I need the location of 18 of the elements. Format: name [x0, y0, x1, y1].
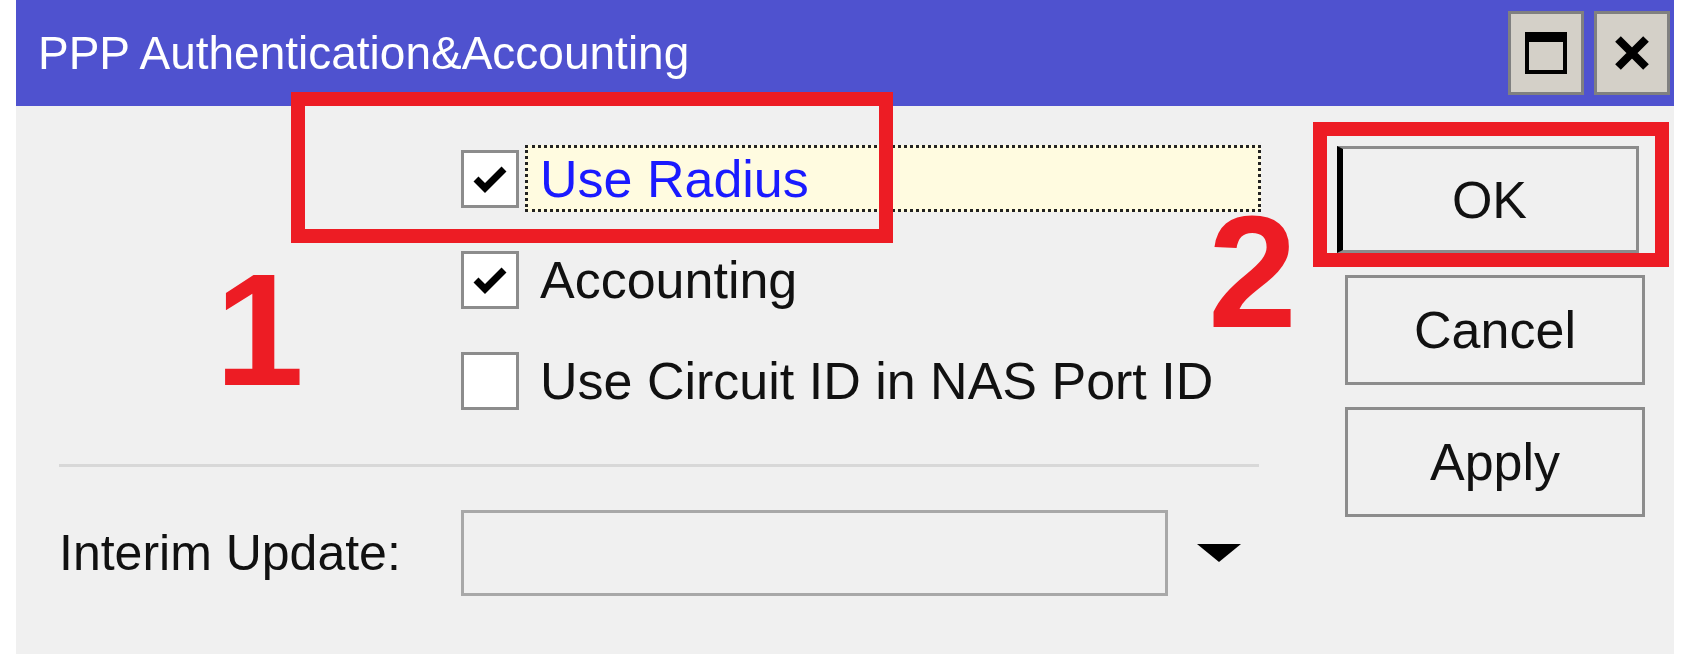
dialog-button[interactable]: Apply — [1345, 407, 1645, 517]
close-button[interactable] — [1594, 11, 1670, 95]
checkbox[interactable] — [461, 351, 519, 410]
checkbox[interactable] — [461, 149, 519, 208]
step-number: 1 — [215, 250, 304, 410]
dialog-button[interactable]: OK — [1337, 146, 1639, 253]
dropdown-arrow-icon[interactable] — [1197, 544, 1241, 562]
interim-update-field[interactable] — [461, 510, 1168, 596]
window-title: PPP Authentication&Accounting — [38, 25, 690, 81]
maximize-icon — [1524, 31, 1568, 75]
dialog-button[interactable]: Cancel — [1345, 275, 1645, 385]
checkbox-label[interactable]: Use Radius — [525, 145, 1261, 212]
interim-update-label: Interim Update: — [59, 523, 402, 583]
check-icon — [473, 164, 507, 193]
check-icon — [473, 265, 507, 294]
checkbox[interactable] — [461, 250, 519, 309]
maximize-button[interactable] — [1508, 11, 1584, 95]
checkbox-label[interactable]: Accounting — [525, 246, 798, 313]
